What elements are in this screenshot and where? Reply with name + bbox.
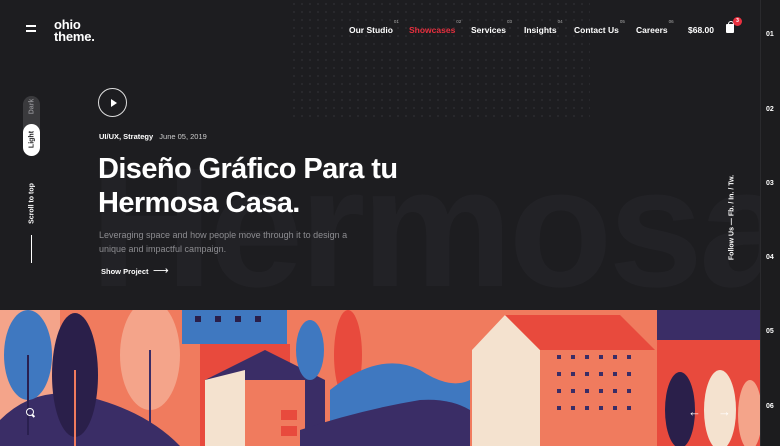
social-links[interactable]: Fb. / In. / Tw. <box>729 175 736 216</box>
scroll-line <box>31 235 32 263</box>
nav-item-insights[interactable]: Insights 04 <box>524 19 563 35</box>
post-date: June 05, 2019 <box>159 132 207 141</box>
logo[interactable]: ohio theme. <box>54 18 95 44</box>
search-icon[interactable] <box>26 408 35 417</box>
page-title: Diseño Gráfico Para tu Hermosa Casa. <box>98 153 398 219</box>
scroll-to-top-link[interactable]: Scroll to top <box>29 169 36 239</box>
nav-item-showcases[interactable]: Showcases 02 <box>409 19 461 35</box>
slide-number[interactable]: 02 <box>766 106 774 113</box>
post-category[interactable]: UI/UX, Strategy <box>99 132 153 141</box>
arrow-right-nav-icon[interactable]: → <box>718 404 731 419</box>
slide-number[interactable]: 03 <box>766 180 774 187</box>
dot-pattern <box>290 0 590 120</box>
slide-number[interactable]: 06 <box>766 403 774 410</box>
post-meta: UI/UX, Strategy June 05, 2019 <box>99 132 207 141</box>
illustration-svg <box>0 310 760 446</box>
cart-total[interactable]: $68.00 <box>688 25 714 35</box>
slide-index-bar <box>760 0 780 446</box>
follow-dash: — <box>728 216 736 226</box>
follow-us-label: Follow Us <box>728 227 736 261</box>
slide-number[interactable]: 01 <box>766 31 774 38</box>
slide-number[interactable]: 05 <box>766 328 774 335</box>
nav-item-services[interactable]: Services 03 <box>471 19 512 35</box>
slide-number[interactable]: 04 <box>766 254 774 261</box>
menu-icon[interactable] <box>26 25 36 33</box>
shopping-bag-icon[interactable] <box>726 21 734 33</box>
cart-count-badge: 3 <box>733 17 742 26</box>
show-project-link[interactable]: Show Project <box>101 267 149 276</box>
arrow-left-icon[interactable]: ← <box>688 404 701 419</box>
follow-us-bar: Follow Us — Fb. / In. / Tw. <box>729 173 736 263</box>
theme-dark-label[interactable]: Dark <box>29 92 36 122</box>
play-button[interactable] <box>98 88 127 117</box>
logo-line-2: theme. <box>54 29 95 44</box>
nav-item-our-studio[interactable]: Our Studio 01 <box>349 19 399 35</box>
project-illustration <box>0 310 760 446</box>
hero-description: Leveraging space and how people move thr… <box>99 230 348 254</box>
nav-item-contact-us[interactable]: Contact Us 05 <box>574 19 625 35</box>
arrow-right-icon[interactable]: ⟶ <box>153 266 169 277</box>
theme-light-label[interactable]: Light <box>29 125 36 155</box>
nav-item-careers[interactable]: Careers 06 <box>636 19 674 35</box>
